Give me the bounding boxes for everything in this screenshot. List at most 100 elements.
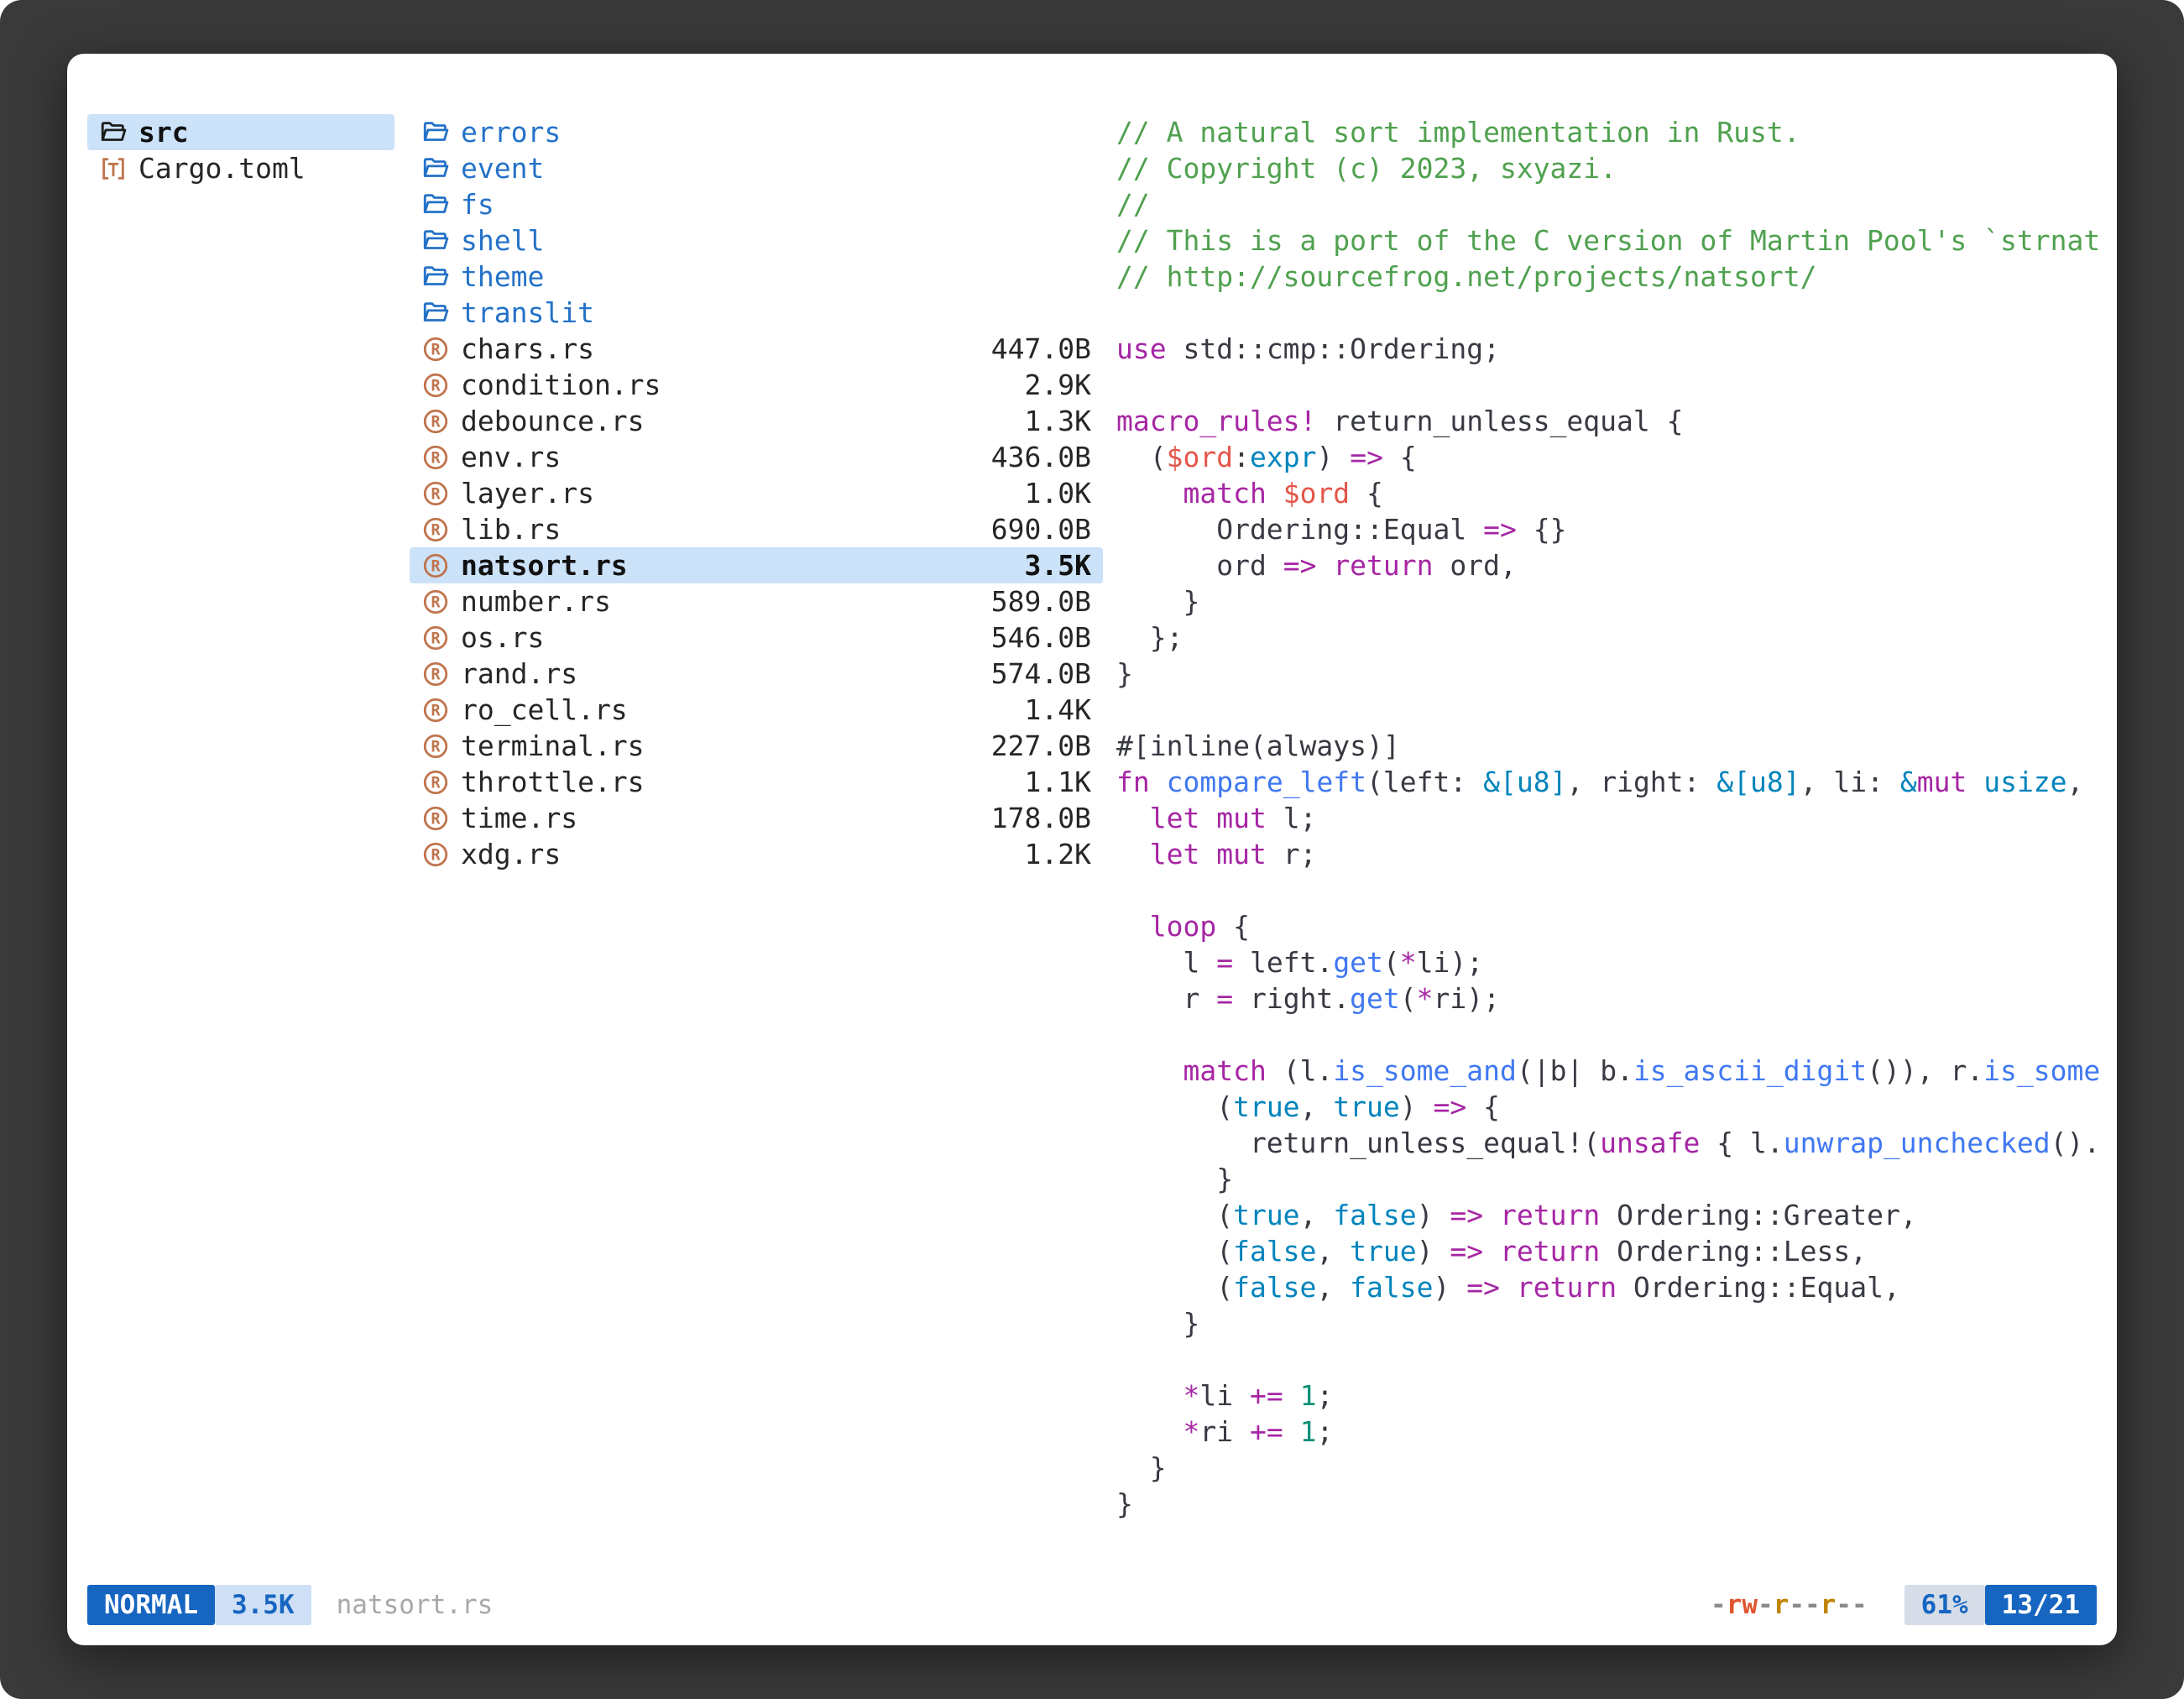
rust-icon: R bbox=[421, 552, 450, 580]
cursor-position-badge: 13/21 bbox=[1985, 1585, 2097, 1625]
svg-text:R: R bbox=[431, 846, 441, 864]
scroll-percent-badge: 61% bbox=[1904, 1585, 1985, 1625]
item-name: terminal.rs bbox=[461, 728, 645, 764]
rust-icon: R bbox=[421, 840, 450, 869]
item-size: 1.1K bbox=[1025, 764, 1091, 800]
dir-item-shell[interactable]: shell bbox=[410, 222, 1103, 259]
dir-icon bbox=[421, 263, 450, 291]
rust-icon: R bbox=[421, 371, 450, 400]
file-item-time.rs[interactable]: Rtime.rs178.0B bbox=[410, 800, 1103, 836]
item-name: throttle.rs bbox=[461, 764, 645, 800]
rust-icon: R bbox=[421, 335, 450, 363]
item-name: chars.rs bbox=[461, 331, 594, 367]
dir-item-src[interactable]: src bbox=[87, 114, 394, 150]
dir-icon bbox=[421, 299, 450, 327]
file-item-Cargo.toml[interactable]: Cargo.toml bbox=[87, 150, 394, 186]
code-line: macro_rules! return_unless_equal { bbox=[1116, 403, 2107, 439]
file-item-throttle.rs[interactable]: Rthrottle.rs1.1K bbox=[410, 764, 1103, 800]
dir-icon bbox=[421, 191, 450, 219]
file-item-layer.rs[interactable]: Rlayer.rs 1.0K bbox=[410, 475, 1103, 511]
svg-text:R: R bbox=[431, 666, 441, 683]
code-line: } bbox=[1116, 1161, 2107, 1197]
item-name: rand.rs bbox=[461, 656, 577, 692]
item-size: 1.3K bbox=[1025, 403, 1091, 439]
rust-icon: R bbox=[421, 515, 450, 544]
code-line bbox=[1116, 1017, 2107, 1053]
dir-item-errors[interactable]: errors bbox=[410, 114, 1103, 150]
rust-icon: R bbox=[421, 660, 450, 688]
code-line: } bbox=[1116, 1450, 2107, 1486]
dir-icon bbox=[421, 154, 450, 183]
item-name: translit bbox=[461, 295, 594, 331]
rust-icon: R bbox=[421, 479, 450, 508]
dir-icon bbox=[421, 227, 450, 255]
rust-icon: R bbox=[421, 732, 450, 761]
file-item-chars.rs[interactable]: Rchars.rs 447.0B bbox=[410, 331, 1103, 367]
file-item-number.rs[interactable]: Rnumber.rs589.0B bbox=[410, 583, 1103, 619]
file-preview-pane: // A natural sort implementation in Rust… bbox=[1116, 114, 2107, 1522]
file-permissions: -rw-r--r-- bbox=[1711, 1590, 1868, 1620]
file-item-terminal.rs[interactable]: Rterminal.rs227.0B bbox=[410, 728, 1103, 764]
code-line: // Copyright (c) 2023, sxyazi. bbox=[1116, 150, 2107, 186]
svg-text:R: R bbox=[431, 377, 441, 395]
item-name: shell bbox=[461, 222, 544, 259]
rust-icon: R bbox=[421, 443, 450, 472]
dir-item-fs[interactable]: fs bbox=[410, 186, 1103, 222]
desktop-background: srcCargo.toml errorseventfsshellthemetra… bbox=[0, 0, 2184, 1699]
code-line: (true, true) => { bbox=[1116, 1089, 2107, 1125]
file-item-ro_cell.rs[interactable]: Rro_cell.rs 1.4K bbox=[410, 692, 1103, 728]
file-item-lib.rs[interactable]: Rlib.rs 690.0B bbox=[410, 511, 1103, 547]
code-line: } bbox=[1116, 1305, 2107, 1341]
code-line: } bbox=[1116, 583, 2107, 619]
code-line: use std::cmp::Ordering; bbox=[1116, 331, 2107, 367]
item-size: 1.0K bbox=[1025, 475, 1091, 511]
rust-icon: R bbox=[421, 588, 450, 616]
item-name: ro_cell.rs bbox=[461, 692, 628, 728]
code-line bbox=[1116, 692, 2107, 728]
code-line: match $ord { bbox=[1116, 475, 2107, 511]
item-size: 447.0B bbox=[991, 331, 1091, 367]
code-line: r = right.get(*ri); bbox=[1116, 980, 2107, 1017]
dir-item-translit[interactable]: translit bbox=[410, 295, 1103, 331]
code-line: Ordering::Equal => {} bbox=[1116, 511, 2107, 547]
code-line: } bbox=[1116, 1486, 2107, 1522]
item-size: 1.4K bbox=[1025, 692, 1091, 728]
item-name: Cargo.toml bbox=[138, 150, 306, 186]
file-item-condition.rs[interactable]: Rcondition.rs2.9K bbox=[410, 367, 1103, 403]
item-size: 589.0B bbox=[991, 583, 1091, 619]
file-item-rand.rs[interactable]: Rrand.rs574.0B bbox=[410, 656, 1103, 692]
item-name: lib.rs bbox=[461, 511, 561, 547]
status-filename: natsort.rs bbox=[337, 1590, 494, 1620]
code-line: let mut r; bbox=[1116, 836, 2107, 872]
code-line: match (l.is_some_and(|b| b.is_ascii_digi… bbox=[1116, 1053, 2107, 1089]
code-line bbox=[1116, 1341, 2107, 1377]
item-name: condition.rs bbox=[461, 367, 661, 403]
item-name: natsort.rs bbox=[461, 547, 628, 583]
file-item-xdg.rs[interactable]: Rxdg.rs1.2K bbox=[410, 836, 1103, 872]
file-size-badge: 3.5K bbox=[215, 1585, 311, 1625]
svg-text:R: R bbox=[431, 630, 441, 647]
code-line: ($ord:expr) => { bbox=[1116, 439, 2107, 475]
dir-item-event[interactable]: event bbox=[410, 150, 1103, 186]
svg-text:R: R bbox=[431, 521, 441, 539]
mode-badge: NORMAL bbox=[87, 1585, 215, 1625]
file-item-os.rs[interactable]: Ros.rs546.0B bbox=[410, 619, 1103, 656]
dir-item-theme[interactable]: theme bbox=[410, 259, 1103, 295]
item-name: time.rs bbox=[461, 800, 577, 836]
file-item-env.rs[interactable]: Renv.rs436.0B bbox=[410, 439, 1103, 475]
code-line: let mut l; bbox=[1116, 800, 2107, 836]
code-line: // This is a port of the C version of Ma… bbox=[1116, 222, 2107, 259]
svg-text:R: R bbox=[431, 485, 441, 503]
item-name: xdg.rs bbox=[461, 836, 561, 872]
code-line: #[inline(always)] bbox=[1116, 728, 2107, 764]
rust-icon: R bbox=[421, 696, 450, 724]
rust-icon: R bbox=[421, 624, 450, 652]
item-size: 436.0B bbox=[991, 439, 1091, 475]
file-item-natsort.rs[interactable]: Rnatsort.rs 3.5K bbox=[410, 547, 1103, 583]
item-name: layer.rs bbox=[461, 475, 594, 511]
file-item-debounce.rs[interactable]: Rdebounce.rs1.3K bbox=[410, 403, 1103, 439]
item-size: 690.0B bbox=[991, 511, 1091, 547]
item-size: 3.5K bbox=[1025, 547, 1091, 583]
svg-text:R: R bbox=[431, 593, 441, 611]
code-line: // bbox=[1116, 186, 2107, 222]
